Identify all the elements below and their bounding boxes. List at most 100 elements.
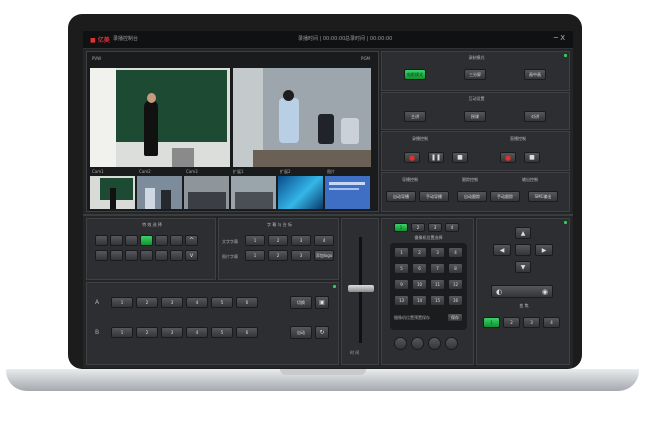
effect-button-1[interactable] bbox=[95, 235, 108, 246]
camera-select-3[interactable]: 3 bbox=[428, 223, 442, 232]
ptz-home-button[interactable] bbox=[515, 244, 531, 256]
zoom-control[interactable]: ◐ ◉ bbox=[491, 285, 553, 298]
ptz-right-button[interactable]: ▶ bbox=[535, 244, 553, 256]
image-subtitle-2[interactable]: 2 bbox=[268, 250, 288, 261]
thumb-ext2[interactable] bbox=[278, 176, 323, 209]
bus-b-5[interactable]: 5 bbox=[211, 327, 233, 338]
ptz-left-button[interactable]: ◀ bbox=[493, 244, 511, 256]
tbar-handle[interactable] bbox=[348, 285, 374, 292]
bus-a-3[interactable]: 3 bbox=[161, 297, 183, 308]
text-subtitle-4[interactable]: 4 bbox=[314, 235, 334, 246]
text-subtitle-3[interactable]: 3 bbox=[291, 235, 311, 246]
thumb-image[interactable] bbox=[325, 176, 370, 209]
mode-three-split-button[interactable]: 三分屏 bbox=[464, 69, 486, 80]
ptz-up-button[interactable]: ▲ bbox=[515, 227, 531, 239]
preset-save-button[interactable]: 保存 bbox=[447, 313, 463, 322]
pgm-video[interactable] bbox=[233, 68, 371, 167]
preset-3[interactable]: 3 bbox=[430, 247, 445, 258]
auto-button[interactable]: 自动 bbox=[290, 326, 312, 339]
mode-pip-button[interactable]: 画中画 bbox=[524, 69, 546, 80]
camera-select-4[interactable]: 4 bbox=[445, 223, 459, 232]
live-start-button[interactable]: ● bbox=[500, 152, 516, 163]
bus-b-6[interactable]: 6 bbox=[236, 327, 258, 338]
preset-7[interactable]: 7 bbox=[430, 263, 445, 274]
thumb-cam3[interactable] bbox=[184, 176, 229, 209]
mode-movie-button[interactable]: 电影模式 bbox=[404, 69, 426, 80]
pvw-video[interactable] bbox=[90, 68, 230, 167]
ptz-speed-1[interactable]: 1 bbox=[483, 317, 500, 328]
ptz-speed-2[interactable]: 2 bbox=[503, 317, 520, 328]
preset-15[interactable]: 15 bbox=[430, 295, 445, 306]
text-subtitle-1[interactable]: 1 bbox=[245, 235, 265, 246]
ptz-speed-4[interactable]: 4 bbox=[543, 317, 560, 328]
preset-10[interactable]: 10 bbox=[412, 279, 427, 290]
preset-14[interactable]: 14 bbox=[412, 295, 427, 306]
add-logo-button[interactable]: 添加logo bbox=[314, 250, 334, 261]
ptz-down-button[interactable]: ▼ bbox=[515, 261, 531, 273]
bus-b-1[interactable]: 1 bbox=[111, 327, 133, 338]
record-pause-button[interactable]: ❚❚ bbox=[428, 152, 444, 163]
smc-output-button[interactable]: SMC输出 bbox=[528, 191, 558, 202]
preset-11[interactable]: 11 bbox=[430, 279, 445, 290]
interaction-lecturer-button[interactable]: 主讲 bbox=[404, 111, 426, 122]
speed-knob-1[interactable] bbox=[394, 337, 407, 350]
preset-16[interactable]: 16 bbox=[448, 295, 463, 306]
bus-b-3[interactable]: 3 bbox=[161, 327, 183, 338]
preset-8[interactable]: 8 bbox=[448, 263, 463, 274]
preset-6[interactable]: 6 bbox=[412, 263, 427, 274]
effect-button-9[interactable] bbox=[125, 250, 138, 261]
arrow-left-icon: ◀ bbox=[499, 246, 505, 254]
window-controls[interactable]: ─ X bbox=[554, 34, 565, 42]
effect-button-3[interactable] bbox=[125, 235, 138, 246]
bus-a-5[interactable]: 5 bbox=[211, 297, 233, 308]
text-subtitle-2[interactable]: 2 bbox=[268, 235, 288, 246]
thumb-cam1[interactable] bbox=[90, 176, 135, 209]
preset-2[interactable]: 2 bbox=[412, 247, 427, 258]
effect-button-6[interactable] bbox=[170, 235, 183, 246]
preset-12[interactable]: 12 bbox=[448, 279, 463, 290]
bus-a-6[interactable]: 6 bbox=[236, 297, 258, 308]
auto-tracking-button[interactable]: 自动跟踪 bbox=[457, 191, 487, 202]
manual-director-button[interactable]: 手动导播 bbox=[419, 191, 449, 202]
image-subtitle-1[interactable]: 1 bbox=[245, 250, 265, 261]
live-stop-button[interactable]: ■ bbox=[524, 152, 540, 163]
effect-button-11[interactable] bbox=[155, 250, 168, 261]
preset-9[interactable]: 9 bbox=[394, 279, 409, 290]
effect-button-5[interactable] bbox=[155, 235, 168, 246]
manual-tracking-button[interactable]: 手动跟踪 bbox=[490, 191, 520, 202]
image-subtitle-3[interactable]: 3 bbox=[291, 250, 311, 261]
preset-13[interactable]: 13 bbox=[394, 295, 409, 306]
record-start-button[interactable]: ● bbox=[404, 152, 420, 163]
effect-button-10[interactable] bbox=[140, 250, 153, 261]
effect-button-4[interactable] bbox=[140, 235, 153, 246]
ptz-speed-3[interactable]: 3 bbox=[523, 317, 540, 328]
interaction-teach-button[interactable]: 授课 bbox=[464, 111, 486, 122]
bus-a-2[interactable]: 2 bbox=[136, 297, 158, 308]
camera-select-2[interactable]: 2 bbox=[411, 223, 425, 232]
preset-1[interactable]: 1 bbox=[394, 247, 409, 258]
cut-button[interactable]: 切换 bbox=[290, 296, 312, 309]
effect-button-2[interactable] bbox=[110, 235, 123, 246]
auto-icon-button[interactable]: ↻ bbox=[315, 326, 329, 339]
bus-b-4[interactable]: 4 bbox=[186, 327, 208, 338]
effect-up-button[interactable]: ^ bbox=[185, 235, 198, 246]
thumb-ext1[interactable] bbox=[231, 176, 276, 209]
effect-button-8[interactable] bbox=[110, 250, 123, 261]
effect-down-button[interactable]: v bbox=[185, 250, 198, 261]
effect-button-7[interactable] bbox=[95, 250, 108, 261]
bus-a-1[interactable]: 1 bbox=[111, 297, 133, 308]
camera-select-1[interactable]: 1 bbox=[394, 223, 408, 232]
interaction-talk-button[interactable]: 对讲 bbox=[524, 111, 546, 122]
auto-director-button[interactable]: 自动导播 bbox=[386, 191, 416, 202]
preset-5[interactable]: 5 bbox=[394, 263, 409, 274]
speed-knob-3[interactable] bbox=[428, 337, 441, 350]
record-stop-button[interactable]: ■ bbox=[452, 152, 468, 163]
speed-knob-2[interactable] bbox=[411, 337, 424, 350]
preset-4[interactable]: 4 bbox=[448, 247, 463, 258]
cut-icon-button[interactable]: ▣ bbox=[315, 296, 329, 309]
bus-a-4[interactable]: 4 bbox=[186, 297, 208, 308]
bus-b-2[interactable]: 2 bbox=[136, 327, 158, 338]
effect-button-12[interactable] bbox=[170, 250, 183, 261]
thumb-cam2[interactable] bbox=[137, 176, 182, 209]
speed-knob-4[interactable] bbox=[445, 337, 458, 350]
